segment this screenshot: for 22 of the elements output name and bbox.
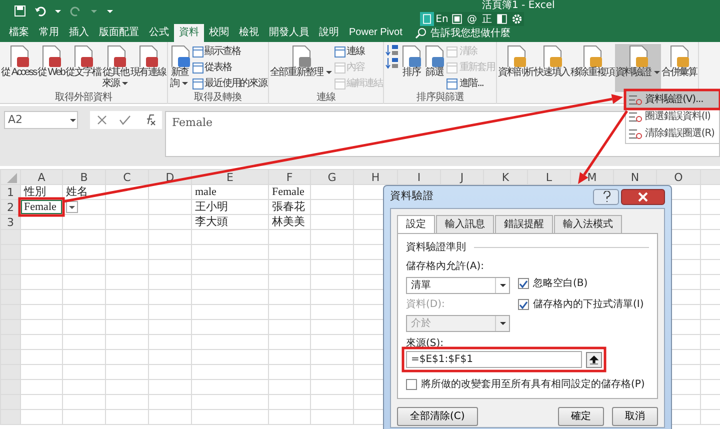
table-cell: 王小明: [192, 200, 268, 214]
table-cell: Female: [268, 184, 310, 200]
group-label: 取得外部資料: [54, 92, 114, 104]
checkbox-label: 將所做的改變套用至所有具有相同設定的儲存格(P): [421, 378, 645, 392]
group-label: 連線: [316, 92, 337, 104]
table-cell: 性別: [20, 184, 62, 200]
checkbox-label: 忽略空白(B): [533, 276, 588, 291]
section-label: 資料驗證準則: [406, 240, 466, 255]
field-label: 來源(S):: [406, 336, 445, 351]
table-cell: 姓名: [62, 184, 106, 200]
field-label: 資料(D):: [406, 298, 446, 312]
table-cell: 張春花: [268, 200, 310, 214]
table-cell: Female: [20, 200, 62, 214]
table-cell: 李大頭: [192, 214, 268, 230]
group-label: 排序與篩選: [415, 92, 465, 104]
field-label: 儲存格內允許(A):: [406, 260, 486, 274]
table-cell: male: [192, 184, 268, 200]
group-label: 取得及轉換: [193, 92, 243, 104]
checkbox-label: 儲存格內的下拉式清單(I): [533, 298, 644, 312]
table-cell: 林美美: [268, 214, 310, 230]
dialog-title: 資料驗證: [390, 189, 434, 204]
window-title: 活頁簿1 - Excel: [482, 0, 555, 12]
